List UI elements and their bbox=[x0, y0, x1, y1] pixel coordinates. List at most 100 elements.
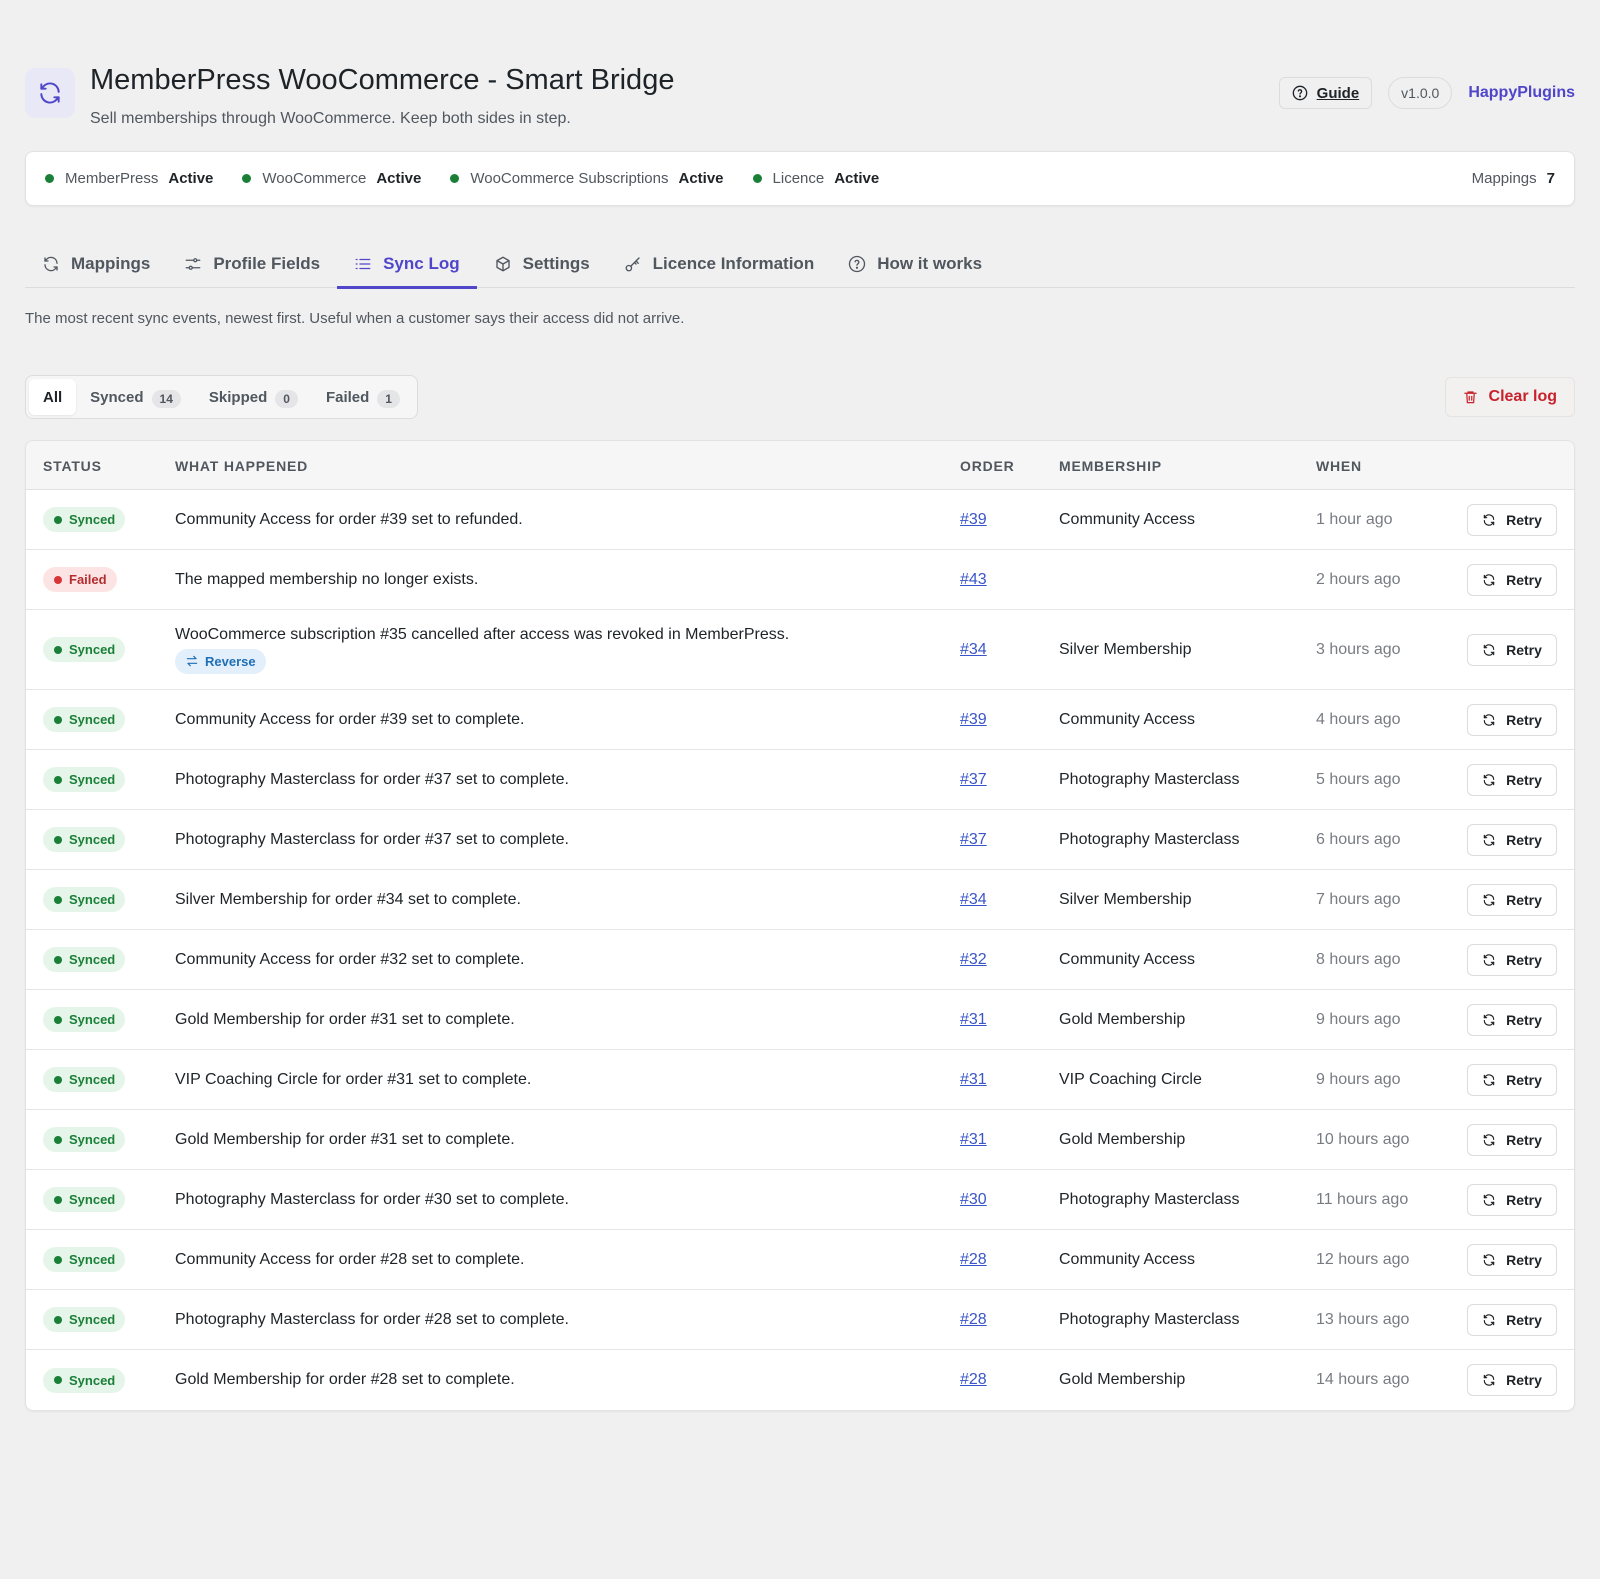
order-cell: #39 bbox=[960, 690, 987, 749]
status-badge-label: Synced bbox=[69, 1312, 116, 1327]
order-link[interactable]: #28 bbox=[960, 1311, 987, 1329]
brand-link[interactable]: HappyPlugins bbox=[1468, 84, 1575, 102]
status-bar: MemberPress Active WooCommerce Active Wo… bbox=[25, 151, 1575, 206]
retry-label: Retry bbox=[1506, 771, 1542, 788]
retry-button[interactable]: Retry bbox=[1467, 1243, 1557, 1276]
event-description-group: WooCommerce subscription #35 cancelled a… bbox=[175, 626, 789, 674]
order-link[interactable]: #39 bbox=[960, 711, 987, 729]
when-cell: 5 hours ago bbox=[1316, 770, 1401, 788]
action-cell: Retry bbox=[1467, 1110, 1557, 1169]
tab-profile-fields[interactable]: Profile Fields bbox=[167, 240, 337, 288]
membership-cell: Community Access bbox=[1059, 710, 1196, 728]
order-link[interactable]: #31 bbox=[960, 1011, 987, 1029]
order-link[interactable]: #34 bbox=[960, 891, 987, 909]
status-badge-label: Synced bbox=[69, 1012, 116, 1027]
status-badge-label: Failed bbox=[69, 572, 107, 587]
order-cell: #37 bbox=[960, 810, 987, 869]
sync-log-description: The most recent sync events, newest firs… bbox=[25, 310, 685, 327]
retry-button[interactable]: Retry bbox=[1467, 763, 1557, 796]
status-badge: Synced bbox=[43, 1307, 126, 1332]
status-cell: Synced bbox=[43, 610, 126, 689]
event-description: WooCommerce subscription #35 cancelled a… bbox=[175, 625, 790, 643]
status-cell: Synced bbox=[43, 1050, 126, 1109]
status-cell: Synced bbox=[43, 750, 126, 809]
status-cell: Synced bbox=[43, 930, 126, 989]
table-row: Synced Photography Masterclass for order … bbox=[26, 1170, 1574, 1230]
table-header: STATUS WHAT HAPPENED ORDER MEMBERSHIP WH… bbox=[26, 441, 1574, 490]
order-link[interactable]: #43 bbox=[960, 571, 987, 589]
tab-how-it-works[interactable]: How it works bbox=[831, 240, 999, 288]
column-header-order: ORDER bbox=[960, 458, 1015, 474]
order-cell: #28 bbox=[960, 1230, 987, 1289]
retry-button[interactable]: Retry bbox=[1467, 1123, 1557, 1156]
guide-button[interactable]: Guide bbox=[1278, 77, 1373, 109]
retry-button[interactable]: Retry bbox=[1467, 1364, 1557, 1396]
retry-button[interactable]: Retry bbox=[1467, 633, 1557, 666]
retry-button[interactable]: Retry bbox=[1467, 703, 1557, 736]
event-description: Gold Membership for order #31 set to com… bbox=[175, 1130, 515, 1148]
mappings-count: Mappings 7 bbox=[1472, 170, 1555, 187]
retry-button[interactable]: Retry bbox=[1467, 503, 1557, 536]
membership-cell: Silver Membership bbox=[1059, 640, 1192, 658]
clear-log-button[interactable]: Clear log bbox=[1444, 377, 1575, 417]
order-link[interactable]: #31 bbox=[960, 1131, 987, 1149]
what-happened-cell: Photography Masterclass for order #37 se… bbox=[175, 750, 935, 809]
filter-label: Failed bbox=[325, 388, 370, 406]
table-row: Synced Community Access for order #39 set… bbox=[26, 490, 1574, 550]
event-description: The mapped membership no longer exists. bbox=[175, 570, 479, 588]
retry-button[interactable]: Retry bbox=[1467, 1063, 1557, 1096]
event-description: Community Access for order #32 set to co… bbox=[175, 950, 525, 968]
retry-button[interactable]: Retry bbox=[1467, 823, 1557, 856]
filter-synced[interactable]: Synced 14 bbox=[76, 379, 195, 415]
order-link[interactable]: #37 bbox=[960, 831, 987, 849]
action-cell: Retry bbox=[1467, 870, 1557, 929]
status-dot bbox=[54, 1135, 62, 1144]
status-badge-label: Synced bbox=[69, 712, 116, 727]
event-description: Gold Membership for order #31 set to com… bbox=[175, 1010, 515, 1028]
when-cell: 7 hours ago bbox=[1316, 890, 1401, 908]
tab-licence-information[interactable]: Licence Information bbox=[607, 240, 832, 288]
event-description: Community Access for order #28 set to co… bbox=[175, 1250, 525, 1268]
filter-failed[interactable]: Failed 1 bbox=[312, 379, 414, 415]
tab-mappings[interactable]: Mappings bbox=[25, 240, 167, 288]
status-badge-label: Synced bbox=[69, 1252, 116, 1267]
order-link[interactable]: #32 bbox=[960, 951, 987, 969]
retry-label: Retry bbox=[1506, 1311, 1542, 1328]
retry-label: Retry bbox=[1506, 1011, 1542, 1028]
reverse-badge: Reverse bbox=[175, 648, 266, 674]
status-badge: Synced bbox=[43, 947, 126, 972]
filter-count: 1 bbox=[377, 389, 400, 408]
status-badge: Synced bbox=[43, 1247, 126, 1272]
retry-button[interactable]: Retry bbox=[1467, 1003, 1557, 1036]
action-cell: Retry bbox=[1467, 610, 1557, 689]
table-row: Synced Photography Masterclass for order … bbox=[26, 750, 1574, 810]
retry-button[interactable]: Retry bbox=[1467, 1303, 1557, 1336]
when-cell: 9 hours ago bbox=[1316, 1010, 1401, 1028]
order-link[interactable]: #31 bbox=[960, 1071, 987, 1089]
retry-button[interactable]: Retry bbox=[1467, 883, 1557, 916]
retry-button[interactable]: Retry bbox=[1467, 1183, 1557, 1216]
status-dot bbox=[54, 1075, 62, 1084]
order-link[interactable]: #37 bbox=[960, 771, 987, 789]
table-row: Synced VIP Coaching Circle for order #31 … bbox=[26, 1050, 1574, 1110]
filter-all[interactable]: All bbox=[29, 379, 77, 415]
tab-sync-log[interactable]: Sync Log bbox=[337, 240, 477, 289]
order-link[interactable]: #30 bbox=[960, 1191, 987, 1209]
order-link[interactable]: #28 bbox=[960, 1371, 987, 1389]
when-cell: 8 hours ago bbox=[1316, 950, 1401, 968]
tab-settings[interactable]: Settings bbox=[477, 240, 607, 288]
retry-button[interactable]: Retry bbox=[1467, 943, 1557, 976]
filter-count: 0 bbox=[275, 389, 298, 408]
order-link[interactable]: #28 bbox=[960, 1251, 987, 1269]
filter-skipped[interactable]: Skipped 0 bbox=[195, 379, 312, 415]
when-cell: 10 hours ago bbox=[1316, 1130, 1410, 1148]
status-badge: Synced bbox=[43, 1067, 126, 1092]
retry-button[interactable]: Retry bbox=[1467, 563, 1557, 596]
status-badge: Synced bbox=[43, 707, 126, 732]
order-link[interactable]: #39 bbox=[960, 511, 987, 529]
table-body: Synced Community Access for order #39 set… bbox=[26, 490, 1574, 1410]
order-cell: #28 bbox=[960, 1290, 987, 1349]
status-badge-label: Synced bbox=[69, 1072, 116, 1087]
order-link[interactable]: #34 bbox=[960, 641, 987, 659]
membership-cell: Community Access bbox=[1059, 950, 1196, 968]
